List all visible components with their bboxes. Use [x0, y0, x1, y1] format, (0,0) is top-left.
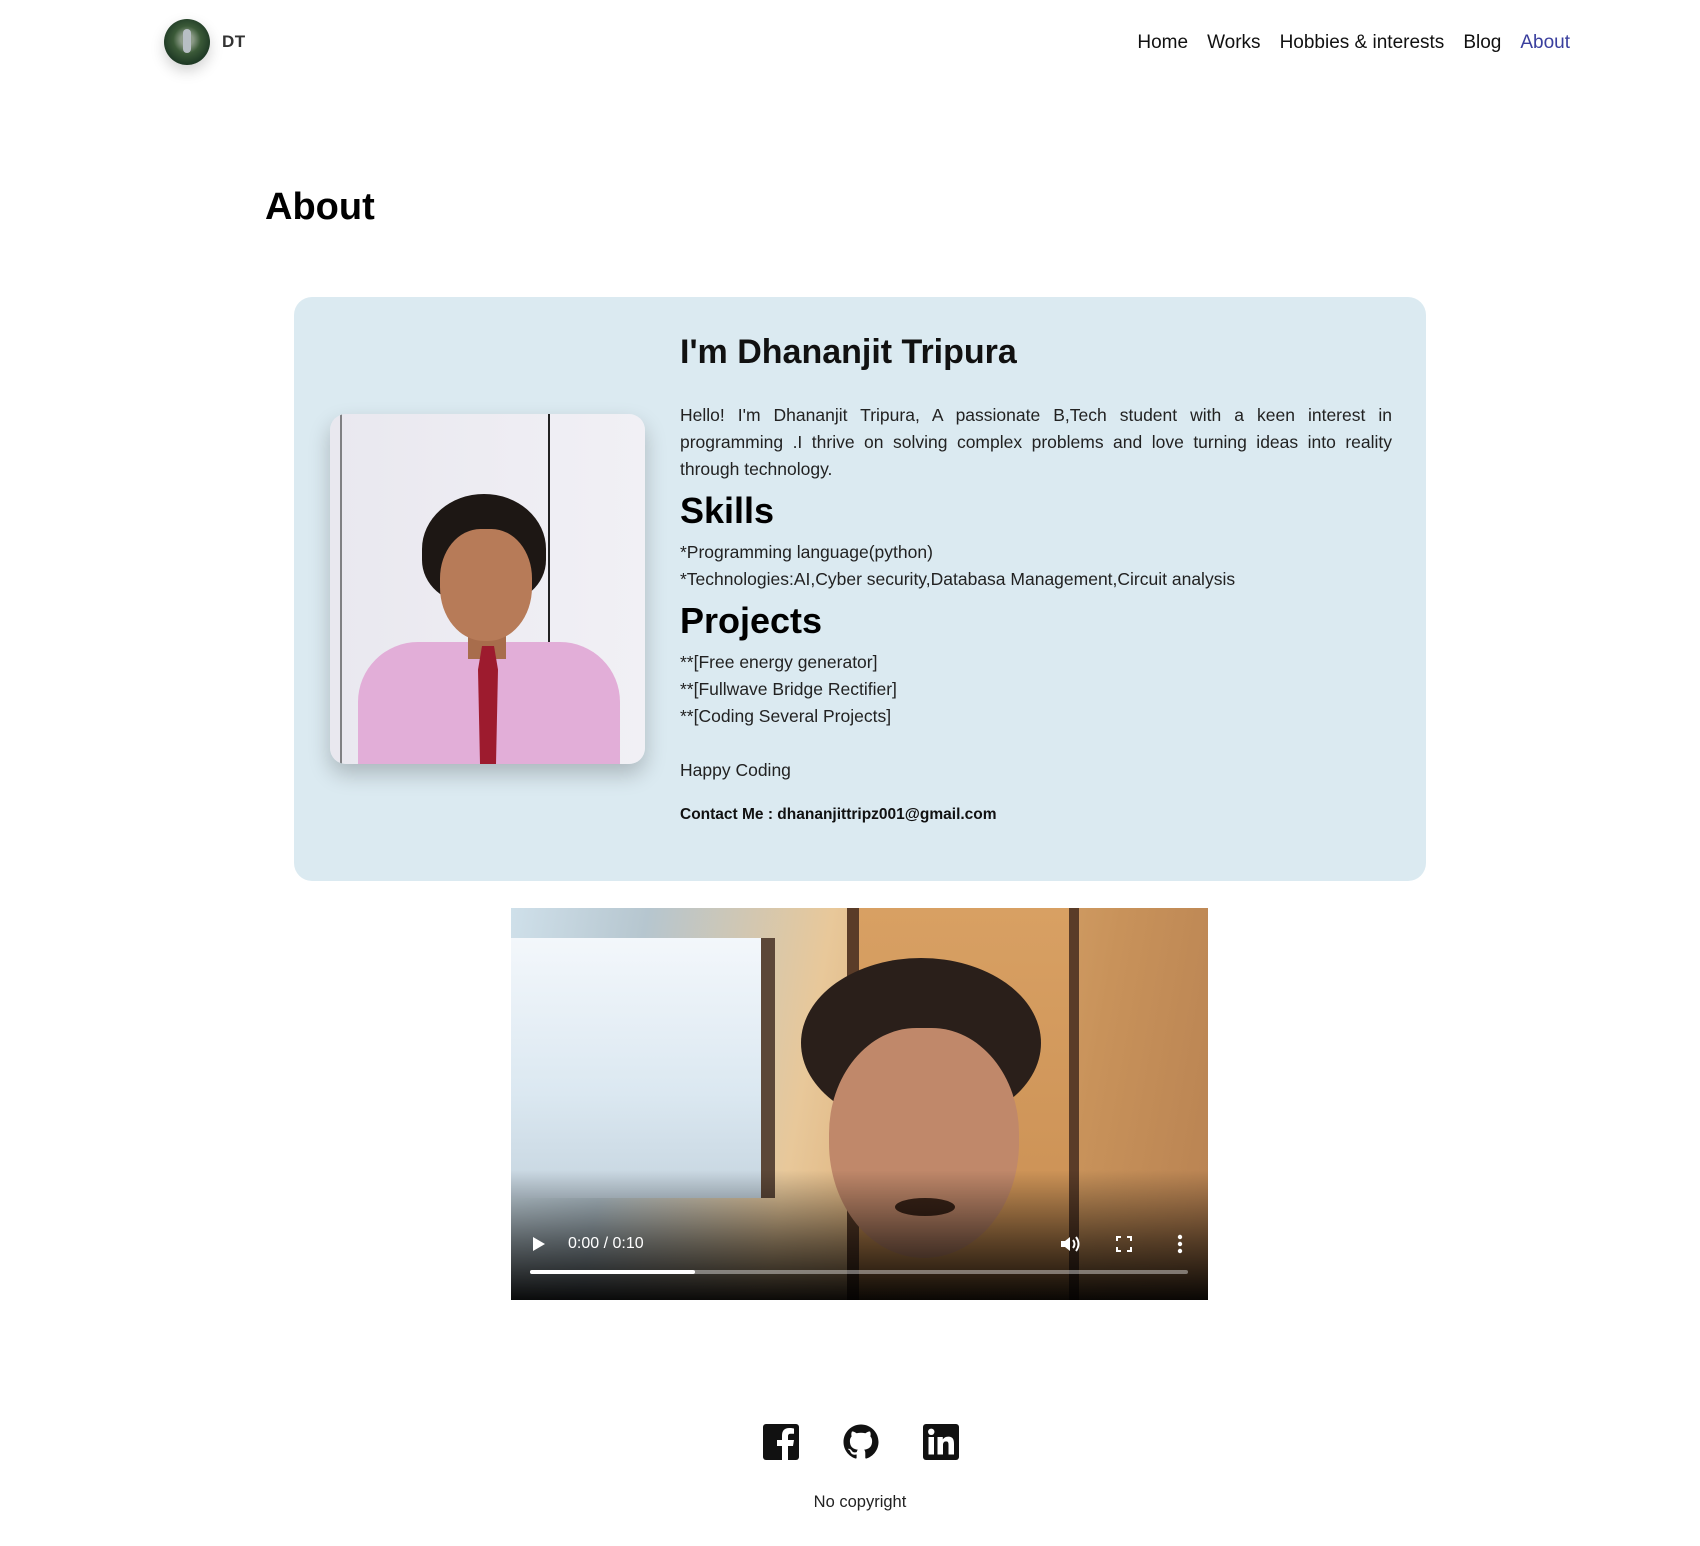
about-content: I'm Dhananjit Tripura Hello! I'm Dhananj… — [680, 333, 1392, 824]
nav-about[interactable]: About — [1520, 32, 1570, 54]
intro-video[interactable]: 0:00 / 0:10 — [511, 908, 1208, 1300]
nav-hobbies[interactable]: Hobbies & interests — [1280, 32, 1445, 54]
nav-home[interactable]: Home — [1137, 32, 1188, 54]
brand[interactable]: DT — [164, 19, 246, 65]
skills-heading: Skills — [680, 490, 775, 531]
project-item: **[Fullwave Bridge Rectifier] — [680, 679, 897, 699]
main-nav: Home Works Hobbies & interests Blog Abou… — [1137, 32, 1570, 54]
more-options-icon[interactable] — [1177, 1234, 1183, 1254]
about-card: I'm Dhananjit Tripura Hello! I'm Dhananj… — [294, 297, 1426, 881]
avatar — [164, 19, 210, 65]
nav-works[interactable]: Works — [1207, 32, 1260, 54]
video-time: 0:00 / 0:10 — [568, 1235, 644, 1252]
copyright-text: No copyright — [813, 1493, 907, 1511]
projects-heading: Projects — [680, 600, 823, 641]
bio-text: Hello! I'm Dhananjit Tripura, A passiona… — [680, 405, 1392, 479]
play-icon[interactable] — [533, 1236, 549, 1252]
page-title: About — [265, 186, 375, 228]
closing-text: Happy Coding — [680, 760, 791, 780]
skill-item: *Technologies:AI,Cyber security,Databasa… — [680, 569, 1236, 589]
skill-item: *Programming language(python) — [680, 542, 933, 562]
site-header: DT Home Works Hobbies & interests Blog A… — [0, 0, 1700, 90]
contact-email[interactable]: Contact Me : dhananjittripz001@gmail.com — [680, 806, 1392, 824]
profile-name: I'm Dhananjit Tripura — [680, 333, 1017, 371]
video-progress-bar[interactable] — [530, 1270, 1188, 1274]
project-item: **[Free energy generator] — [680, 652, 878, 672]
facebook-icon[interactable] — [762, 1423, 800, 1461]
project-item: **[Coding Several Projects] — [680, 706, 892, 726]
fullscreen-icon[interactable] — [1116, 1236, 1132, 1252]
video-progress-fill — [530, 1270, 695, 1274]
volume-icon[interactable] — [1059, 1234, 1083, 1254]
profile-photo — [330, 414, 645, 764]
social-links — [762, 1423, 960, 1461]
nav-blog[interactable]: Blog — [1463, 32, 1501, 54]
brand-text: DT — [222, 32, 246, 51]
github-icon[interactable] — [842, 1423, 880, 1461]
linkedin-icon[interactable] — [922, 1423, 960, 1461]
